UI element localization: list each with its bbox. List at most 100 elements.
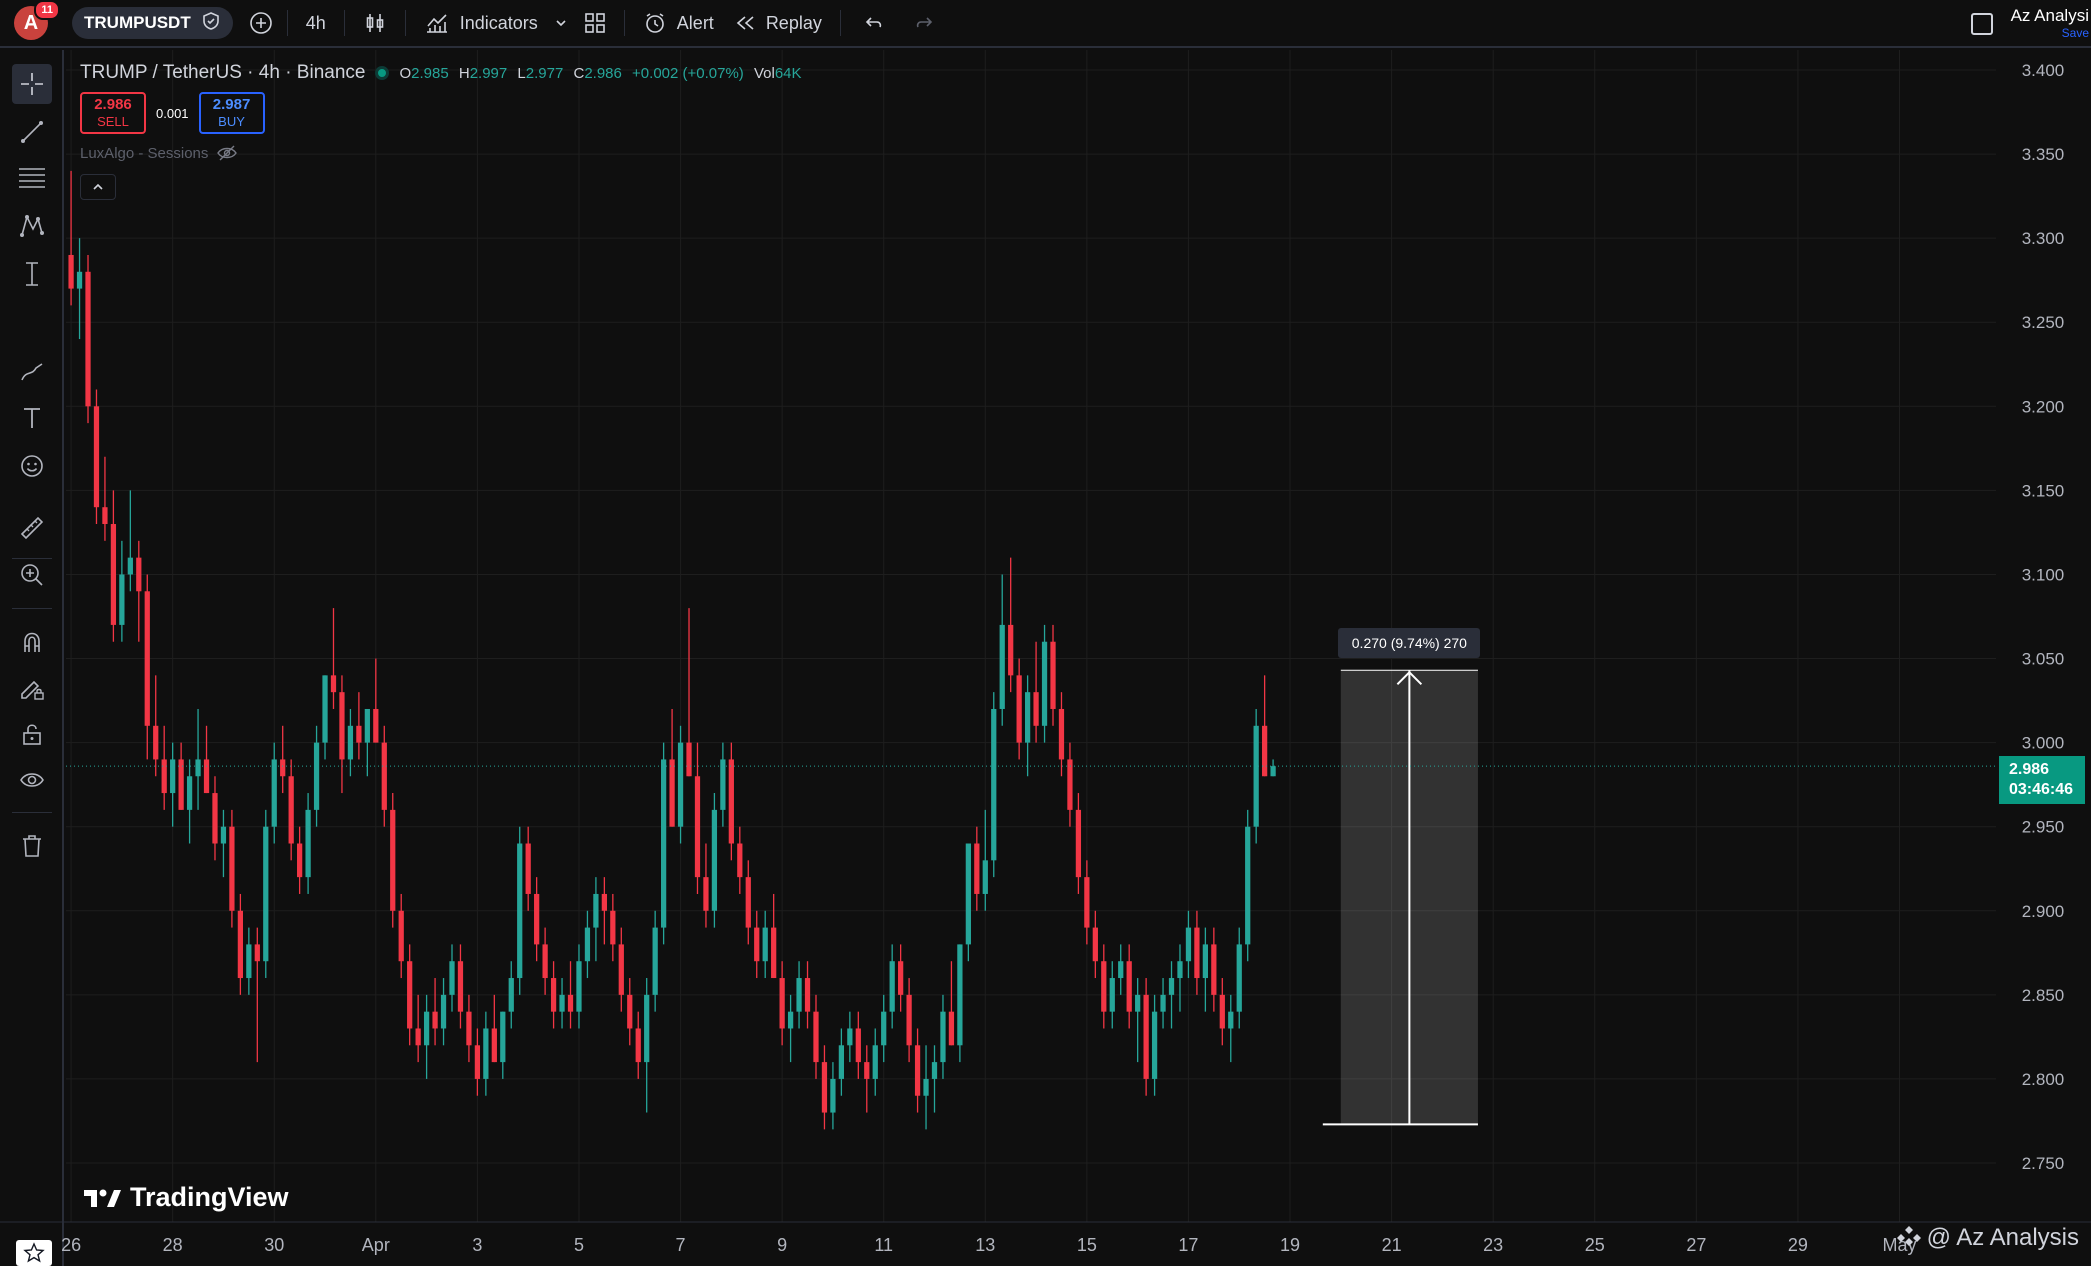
pattern-tool[interactable] [12,205,52,245]
text-tool[interactable] [12,398,52,438]
tradingview-watermark[interactable]: TradingView [82,1182,289,1213]
indicator-name: LuxAlgo - Sessions [80,144,209,162]
candle [1202,927,1209,1012]
candle [364,708,370,777]
layouts-button[interactable] [574,0,616,47]
collapse-legend-button[interactable] [80,174,116,200]
crosshair-tool[interactable] [12,64,52,104]
candle-body [898,961,904,995]
compare-symbol-button[interactable] [249,0,273,47]
price-tick-label: 2.800 [2022,1070,2065,1089]
hide-drawings-tool[interactable] [12,760,52,800]
redo-icon [916,17,932,28]
candle-body [660,759,667,928]
candle-body [263,826,269,962]
candle [1177,944,1183,1012]
eye-icon [20,773,44,787]
replay-button[interactable]: Replay [724,0,832,47]
sell-button[interactable]: 2.986 SELL [80,92,146,134]
candle [787,994,794,1063]
symbol-title[interactable]: TRUMP / TetherUS · 4h · Binance [80,62,365,84]
crosshair-icon [21,73,43,95]
measure-drawing[interactable] [1322,669,1478,1126]
favorites-icon [23,1242,45,1263]
candle [550,961,557,1029]
ruler-tool[interactable] [12,508,52,548]
magnet-tool[interactable] [12,622,52,662]
fullscreen-checkbox[interactable] [1971,13,1993,35]
candle [500,1011,506,1079]
candle-body [127,557,133,575]
time-tick-label: 11 [874,1235,893,1255]
candle [1262,675,1268,777]
time-tick-label: 9 [777,1235,787,1255]
lock-all-tool[interactable] [12,714,52,754]
price-axis[interactable]: 3.400 3.350 3.300 3.250 3.200 3.150 3.100 3.050… [1996,50,2091,1222]
candle-body [821,1062,828,1113]
candle [68,170,74,306]
remove-drawings-tool[interactable] [12,826,52,866]
candle-body [855,1028,861,1063]
favorites-tool[interactable] [16,1240,52,1266]
candle-body [1041,641,1048,726]
price-chart[interactable]: 3.400 3.350 3.300 3.250 3.200 3.150 3.100 3.050… [0,0,2091,1266]
candle-body [423,1011,430,1046]
fib-tool[interactable] [12,158,52,198]
undo-button[interactable] [849,0,899,47]
measure-box[interactable] [1340,670,1478,1125]
trendline-tool[interactable] [12,112,52,152]
brush-tool[interactable] [12,352,52,392]
candle [889,944,895,1029]
zoom-in-icon [21,564,43,586]
alert-button[interactable]: Alert [633,0,724,47]
candle-body [415,1028,421,1046]
candle [965,843,971,962]
alert-label: Alert [676,12,714,33]
candle-body [229,826,235,911]
candle-body [297,843,303,878]
lock-drawings-tool[interactable] [12,668,52,708]
candle-body [1211,944,1217,995]
candle-body [1228,1011,1234,1029]
chart-type-button[interactable] [353,0,397,47]
candle [847,1011,853,1063]
candle-body [804,978,811,1012]
zoom-in-tool[interactable] [12,555,52,595]
candle-body [449,961,455,995]
candle [838,1028,845,1096]
time-axis[interactable]: 26 28 30 Apr 3 5 7 9 11 13 15 17 19 21 23 25 27 29 May [0,1221,2091,1255]
candle [517,826,523,995]
price-tick-label: 3.350 [2022,145,2065,164]
candle-body [940,1011,946,1063]
last-price-value: 2.986 [2009,761,2050,779]
time-tick-label: 5 [574,1235,584,1255]
candle [728,742,734,861]
emoji-tool[interactable] [12,446,52,486]
candle-body [491,1028,497,1063]
candle-body [119,574,125,625]
buy-button[interactable]: 2.987 BUY [198,92,265,134]
candle [373,658,379,743]
candle [76,238,83,340]
candle [584,910,591,979]
candle [779,961,785,1046]
redo-button[interactable] [899,0,949,47]
pattern-icon [20,214,44,237]
layout-save-menu[interactable]: Az Analysi Save [2011,6,2089,40]
candle-body [178,759,184,810]
candle [830,1062,836,1130]
tradingview-logo-icon [84,1189,121,1207]
candle-body [923,1078,929,1096]
interval-button[interactable]: 4h [296,0,336,47]
symbol-search-button[interactable]: TRUMPUSDT [72,7,233,39]
candle [669,708,675,827]
candle [982,809,988,911]
indicators-button[interactable]: Indicators [414,0,548,47]
indicator-legend[interactable]: LuxAlgo - Sessions [80,144,238,162]
candle-body [779,978,785,1029]
eye-off-icon[interactable] [216,144,238,162]
projection-tool[interactable] [12,254,52,294]
user-avatar[interactable]: A 11 [14,0,60,40]
ruler-icon [20,516,44,540]
indicators-dropdown-button[interactable] [548,0,574,47]
